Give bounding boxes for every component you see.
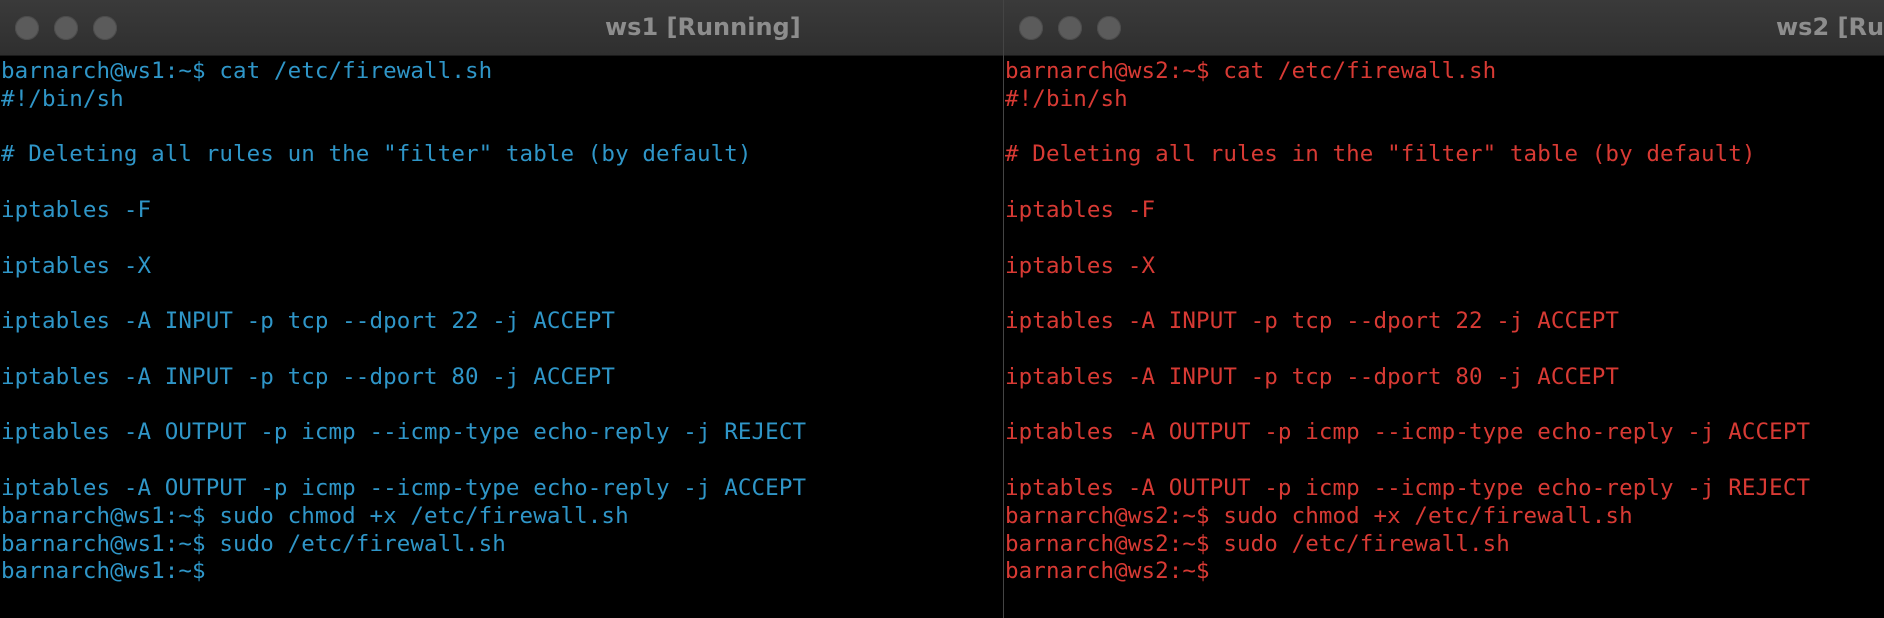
terminal-line: iptables -A OUTPUT -p icmp --icmp-type e… [1,474,807,501]
terminal-line: # Deleting all rules in the "filter" tab… [1005,141,1756,168]
terminal-line: barnarch@ws2:~$ sudo chmod +x /etc/firew… [1005,502,1633,529]
terminal-prompt[interactable]: barnarch@ws2:~$ [1005,558,1884,586]
window-controls [0,15,117,40]
terminal-line: iptables -A OUTPUT -p icmp --icmp-type e… [1005,419,1811,446]
terminal-line: iptables -A INPUT -p tcp --dport 80 -j A… [1005,363,1620,390]
terminal-line: iptables -X [1005,252,1156,279]
maximize-button[interactable] [93,15,117,40]
terminal-line: iptables -F [1005,196,1156,223]
vm-window-ws1[interactable]: ws1 [Running] barnarch@ws1:~$ cat /etc/f… [0,0,1004,618]
terminal-line: iptables -A INPUT -p tcp --dport 80 -j A… [1,363,616,390]
terminal-line: iptables -X [1,252,152,279]
terminal-line: #!/bin/sh [1,85,124,112]
title-bar[interactable]: ws1 [Running] [0,0,1003,56]
terminal-output[interactable]: barnarch@ws2:~$ cat /etc/firewall.sh #!/… [1004,56,1884,618]
close-button[interactable] [15,15,39,40]
window-controls [1004,15,1121,40]
terminal-output[interactable]: barnarch@ws1:~$ cat /etc/firewall.sh #!/… [0,56,1003,618]
minimize-button[interactable] [54,15,78,40]
terminal-line: barnarch@ws2:~$ sudo /etc/firewall.sh [1005,530,1510,557]
minimize-button[interactable] [1058,15,1082,40]
terminal-line: #!/bin/sh [1005,85,1128,112]
window-title: ws1 [Running] [605,13,801,41]
terminal-line: iptables -F [1,196,152,223]
terminal-line: iptables -A INPUT -p tcp --dport 22 -j A… [1,308,616,335]
terminal-line: # Deleting all rules un the "filter" tab… [1,141,752,168]
desktop: ws1 [Running] barnarch@ws1:~$ cat /etc/f… [0,0,1884,618]
terminal-prompt[interactable]: barnarch@ws1:~$ [1,558,1003,586]
window-title: ws2 [Running] [1776,13,1884,41]
terminal-line: iptables -A OUTPUT -p icmp --icmp-type e… [1005,474,1811,501]
terminal-line: iptables -A INPUT -p tcp --dport 22 -j A… [1005,308,1620,335]
terminal-line: iptables -A OUTPUT -p icmp --icmp-type e… [1,419,807,446]
terminal-line: barnarch@ws2:~$ cat /etc/firewall.sh [1005,58,1497,84]
maximize-button[interactable] [1097,15,1121,40]
terminal-line: barnarch@ws1:~$ sudo /etc/firewall.sh [1,530,506,557]
close-button[interactable] [1019,15,1043,40]
terminal-line: barnarch@ws1:~$ sudo chmod +x /etc/firew… [1,502,629,529]
vm-window-ws2[interactable]: ws2 [Running] barnarch@ws2:~$ cat /etc/f… [1004,0,1884,618]
title-bar[interactable]: ws2 [Running] [1004,0,1884,56]
terminal-line: barnarch@ws1:~$ cat /etc/firewall.sh [1,58,493,84]
